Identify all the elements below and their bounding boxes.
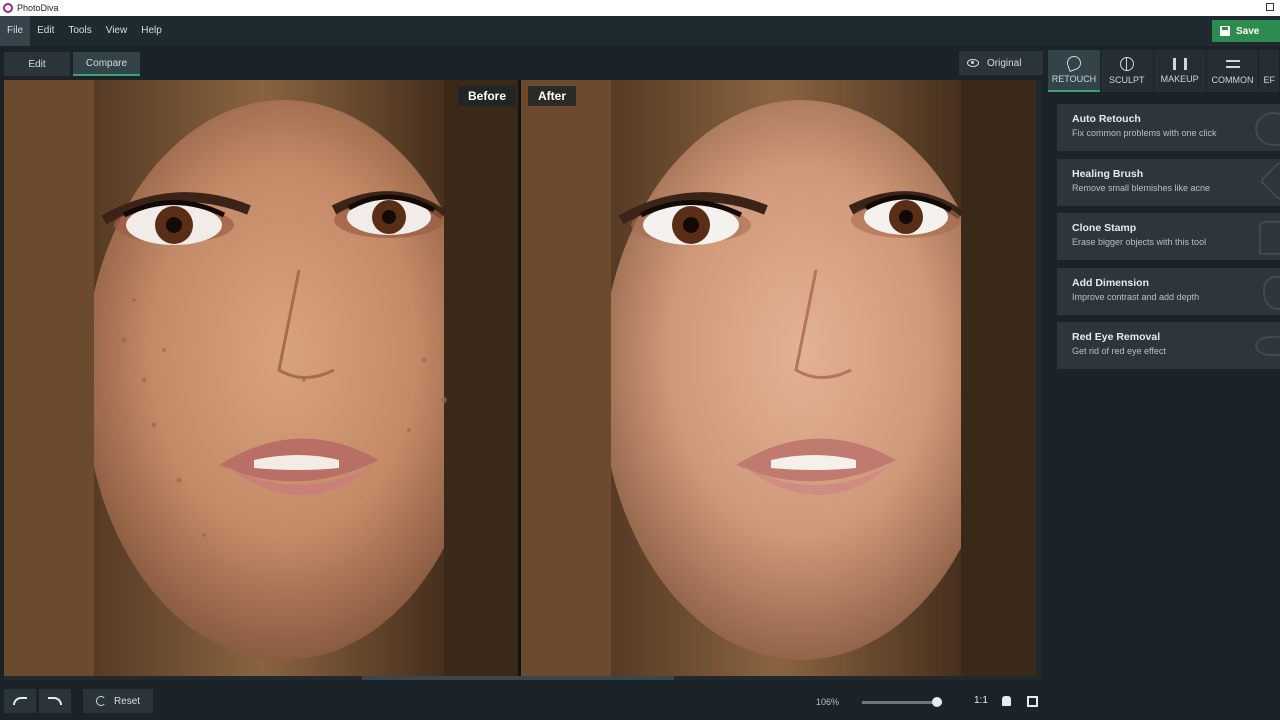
save-button[interactable]: Save: [1212, 20, 1280, 42]
sliders-icon: [1225, 57, 1240, 71]
effects-icon: [1262, 57, 1276, 71]
after-photo: After: [521, 80, 1036, 678]
tool-healing-brush[interactable]: Healing Brush Remove small blemishes lik…: [1057, 159, 1280, 206]
menu-view[interactable]: View: [99, 16, 135, 46]
hand-icon[interactable]: [1002, 696, 1011, 706]
tool-title: Red Eye Removal: [1072, 331, 1161, 343]
tab-common-label: COMMON: [1211, 75, 1254, 85]
bottom-bar: Reset 106% 1:1: [0, 680, 1048, 720]
title-bar: PhotoDiva: [0, 0, 1280, 16]
menu-file[interactable]: File: [0, 16, 31, 46]
eye-icon: [967, 59, 979, 67]
retouch-icon: [1064, 54, 1083, 72]
tab-effects-label: EF: [1263, 75, 1275, 85]
tool-title: Clone Stamp: [1072, 222, 1137, 234]
after-label: After: [528, 86, 577, 106]
redo-button[interactable]: [39, 689, 71, 713]
tool-clone-stamp[interactable]: Clone Stamp Erase bigger objects with th…: [1057, 213, 1280, 260]
tool-red-eye-removal[interactable]: Red Eye Removal Get rid of red eye effec…: [1057, 322, 1280, 369]
menu-help[interactable]: Help: [134, 16, 169, 46]
menu-edit[interactable]: Edit: [30, 16, 61, 46]
save-icon: [1220, 26, 1230, 36]
reset-icon: [95, 696, 106, 706]
tool-description: Fix common problems with one click: [1072, 128, 1217, 138]
tool-description: Remove small blemishes like acne: [1072, 183, 1211, 193]
window-restore-icon[interactable]: [1266, 3, 1274, 11]
tool-description: Erase bigger objects with this tool: [1072, 237, 1207, 247]
app-logo-icon: [3, 3, 13, 13]
actual-size-button[interactable]: 1:1: [974, 695, 988, 706]
fullscreen-icon[interactable]: [1027, 696, 1038, 707]
mask-icon: [1263, 276, 1280, 310]
undo-icon: [13, 697, 27, 705]
reset-label: Reset: [113, 695, 141, 707]
tool-description: Get rid of red eye effect: [1072, 346, 1166, 356]
original-button[interactable]: Original: [959, 51, 1043, 75]
tab-makeup[interactable]: MAKEUP: [1153, 50, 1206, 92]
tool-title: Auto Retouch: [1072, 113, 1141, 125]
undo-button[interactable]: [4, 689, 36, 713]
tool-add-dimension[interactable]: Add Dimension Improve contrast and add d…: [1057, 268, 1280, 315]
before-face-image: [4, 80, 518, 678]
zoom-slider[interactable]: [862, 697, 942, 707]
tab-retouch-label: RETOUCH: [1051, 74, 1097, 84]
tab-sculpt[interactable]: SCULPT: [1100, 50, 1153, 92]
tool-title: Add Dimension: [1072, 277, 1150, 289]
sculpt-icon: [1119, 57, 1134, 71]
eye-icon: [1255, 336, 1280, 356]
tab-makeup-label: MAKEUP: [1160, 74, 1199, 84]
bandage-icon: [1259, 161, 1280, 201]
app-title: PhotoDiva: [17, 3, 59, 13]
side-tabs: RETOUCH SCULPT MAKEUP COMMON EF: [1048, 50, 1280, 92]
tool-title: Healing Brush: [1072, 168, 1144, 180]
photo-canvas[interactable]: Before After: [4, 80, 1042, 680]
before-label: Before: [458, 86, 517, 106]
tab-compare[interactable]: Compare: [73, 52, 140, 76]
menu-tools[interactable]: Tools: [61, 16, 98, 46]
tool-description: Improve contrast and add depth: [1072, 292, 1200, 302]
redo-icon: [48, 697, 62, 705]
stamp-icon: [1259, 221, 1280, 255]
reset-button[interactable]: Reset: [83, 689, 153, 713]
menu-bar: File Edit Tools View Help: [0, 16, 1280, 46]
magic-face-icon: [1255, 112, 1280, 146]
zoom-slider-thumb[interactable]: [932, 697, 942, 707]
tab-common[interactable]: COMMON: [1206, 50, 1259, 92]
makeup-icon: [1172, 58, 1187, 70]
original-label: Original: [987, 57, 1022, 69]
tab-retouch[interactable]: RETOUCH: [1048, 50, 1100, 92]
zoom-level: 106%: [816, 697, 840, 707]
retouch-tools-panel: Auto Retouch Fix common problems with on…: [1048, 94, 1280, 720]
vertical-scrollbar[interactable]: [1036, 80, 1042, 678]
save-label: Save: [1236, 25, 1260, 37]
tool-auto-retouch[interactable]: Auto Retouch Fix common problems with on…: [1057, 104, 1280, 151]
view-toolbar: Edit Compare: [0, 46, 1048, 80]
after-face-image: [521, 80, 1036, 678]
tab-effects[interactable]: EF: [1259, 50, 1279, 92]
tab-sculpt-label: SCULPT: [1109, 75, 1145, 85]
tab-edit[interactable]: Edit: [4, 52, 70, 76]
before-photo: Before: [4, 80, 518, 678]
